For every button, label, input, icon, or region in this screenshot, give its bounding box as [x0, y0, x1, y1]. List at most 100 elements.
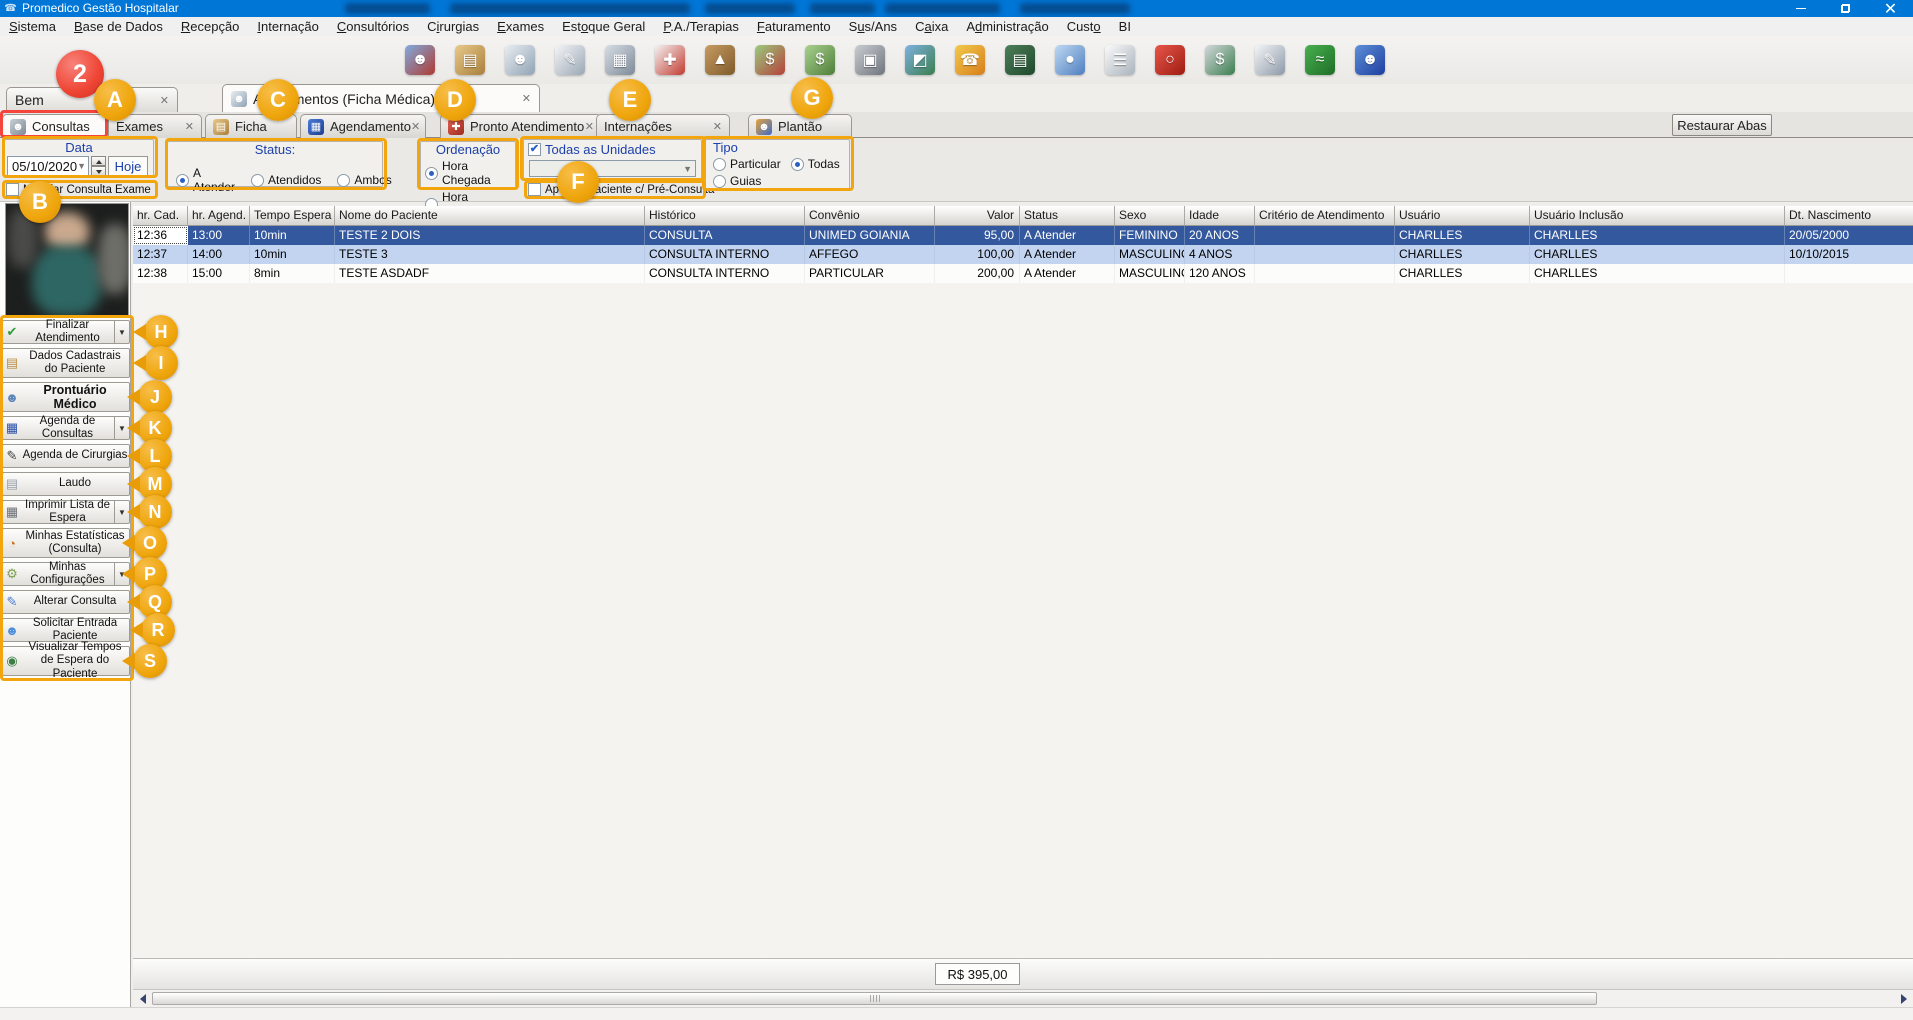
doctor-icon[interactable]: ☻: [505, 45, 535, 75]
money-up-icon[interactable]: $: [755, 45, 785, 75]
menu-item-faturamento[interactable]: Faturamento: [748, 17, 840, 36]
dropdown-arrow-icon[interactable]: ▼: [114, 417, 129, 439]
column-header-usu-rio[interactable]: Usuário: [1395, 206, 1530, 225]
minhas-configura-es-button[interactable]: ⚙Minhas Configurações▼: [2, 562, 130, 586]
column-header-dt-nascimento[interactable]: Dt. Nascimento: [1785, 206, 1913, 225]
minhas-estat-sticas-consulta-button[interactable]: ◔Minhas Estatísticas (Consulta): [2, 528, 130, 558]
menu-item-recep-o[interactable]: Recepção: [172, 17, 249, 36]
subtab-interna-es[interactable]: Internações✕: [596, 114, 730, 138]
all-units-checkbox[interactable]: ✔: [528, 143, 541, 156]
menu-item-exames[interactable]: Exames: [488, 17, 553, 36]
menu-item-sus-ans[interactable]: Sus/Ans: [840, 17, 906, 36]
power-icon[interactable]: ○: [1155, 45, 1185, 75]
type-radio[interactable]: [713, 158, 726, 171]
tab-close-icon[interactable]: ✕: [160, 94, 169, 107]
status-radio[interactable]: [176, 174, 189, 187]
tab-atendimentos-ficha-m-dica[interactable]: ☻Atendimentos (Ficha Médica)✕: [222, 84, 540, 112]
scroll-right-arrow[interactable]: [1895, 991, 1912, 1007]
sign-document-icon[interactable]: ✎: [1255, 45, 1285, 75]
scrollbar-thumb[interactable]: [152, 992, 1597, 1005]
menu-item-administra-o[interactable]: Administração: [957, 17, 1057, 36]
chat-bubble-icon[interactable]: ●: [1055, 45, 1085, 75]
status-option-atendidos[interactable]: Atendidos: [251, 166, 321, 194]
tab-bem[interactable]: Bem✕: [6, 87, 178, 112]
finalizar-atendimento-button[interactable]: ✔Finalizar Atendimento▼: [2, 320, 130, 344]
column-header-hr-cad[interactable]: hr. Cad.: [133, 206, 188, 225]
imprimir-lista-de-espera-button[interactable]: ▦Imprimir Lista de Espera▼: [2, 500, 130, 524]
subtab-agendamento[interactable]: ▦Agendamento✕: [300, 114, 426, 138]
tab-close-icon[interactable]: ✕: [522, 92, 531, 105]
status-option-ambos[interactable]: Ambos: [337, 166, 391, 194]
restore-tabs-button[interactable]: Restaurar Abas: [1672, 114, 1772, 136]
column-header-idade[interactable]: Idade: [1185, 206, 1255, 225]
phonebook-icon[interactable]: ☎: [955, 45, 985, 75]
safe-icon[interactable]: ▣: [855, 45, 885, 75]
menu-item-consult-rios[interactable]: Consultórios: [328, 17, 418, 36]
menu-item-base-de-dados[interactable]: Base de Dados: [65, 17, 172, 36]
status-option-a-atender[interactable]: A Atender: [176, 166, 235, 194]
subtab-ficha[interactable]: ▤Ficha: [205, 114, 297, 138]
type-radio[interactable]: [791, 158, 804, 171]
date-spinner[interactable]: [91, 156, 106, 176]
type-option-guias[interactable]: Guias: [713, 174, 849, 188]
restore-button[interactable]: [1823, 0, 1868, 17]
menu-item-bi[interactable]: BI: [1110, 17, 1140, 36]
subtab-close-icon[interactable]: ✕: [585, 120, 594, 133]
merge-consulta-exame-checkbox[interactable]: [6, 183, 19, 196]
dropdown-arrow-icon[interactable]: ▼: [114, 321, 129, 343]
dropdown-arrow-icon[interactable]: ▼: [114, 563, 129, 585]
solicitar-entrada-paciente-button[interactable]: ☻Solicitar Entrada Paciente: [2, 618, 130, 642]
column-header-hist-rico[interactable]: Histórico: [645, 206, 805, 225]
type-option-todas[interactable]: Todas: [791, 157, 840, 171]
subtab-close-icon[interactable]: ✕: [411, 120, 420, 133]
agenda-de-consultas-button[interactable]: ▦Agenda de Consultas▼: [2, 416, 130, 440]
column-header-valor[interactable]: Valor: [935, 206, 1020, 225]
column-header-sexo[interactable]: Sexo: [1115, 206, 1185, 225]
subtab-plant-o[interactable]: ☻Plantão: [748, 114, 852, 138]
units-dropdown[interactable]: ▼: [529, 160, 696, 177]
menu-item-custo[interactable]: Custo: [1058, 17, 1110, 36]
ambulance-icon[interactable]: ✚: [655, 45, 685, 75]
agenda-de-cirurgias-button[interactable]: ✎Agenda de Cirurgias: [2, 444, 130, 468]
scroll-left-arrow[interactable]: [134, 991, 151, 1007]
table-row[interactable]: 12:3815:008minTESTE ASDADFCONSULTA INTER…: [133, 264, 1913, 283]
column-header-crit-rio-de-atendimento[interactable]: Critério de Atendimento: [1255, 206, 1395, 225]
subtab-exames[interactable]: Exames✕: [108, 114, 202, 138]
ledger-book-icon[interactable]: ▤: [1005, 45, 1035, 75]
minimize-button[interactable]: [1778, 0, 1823, 17]
column-header-hr-agend[interactable]: hr. Agend.: [188, 206, 250, 225]
column-header-conv-nio[interactable]: Convênio: [805, 206, 935, 225]
subtab-close-icon[interactable]: ✕: [713, 120, 722, 133]
laudo-button[interactable]: ▤Laudo: [2, 472, 130, 496]
menu-item-caixa[interactable]: Caixa: [906, 17, 957, 36]
supplies-bag-icon[interactable]: ▲: [705, 45, 735, 75]
column-header-nome-do-paciente[interactable]: Nome do Paciente: [335, 206, 645, 225]
menu-item-cirurgias[interactable]: Cirurgias: [418, 17, 488, 36]
pre-consulta-checkbox[interactable]: [528, 183, 541, 196]
column-header-usu-rio-inclus-o[interactable]: Usuário Inclusão: [1530, 206, 1785, 225]
dropdown-arrow-icon[interactable]: ▼: [114, 501, 129, 523]
close-button[interactable]: ✕: [1868, 0, 1913, 17]
menu-item-estoque-geral[interactable]: Estoque Geral: [553, 17, 654, 36]
subtab-consultas[interactable]: ☻Consultas: [2, 114, 106, 138]
column-header-tempo-espera[interactable]: Tempo Espera: [250, 206, 335, 225]
subtab-pronto-atendimento[interactable]: ✚Pronto Atendimento✕: [440, 114, 602, 138]
table-row[interactable]: 12:3613:0010minTESTE 2 DOISCONSULTAUNIME…: [133, 226, 1913, 245]
status-radio[interactable]: [251, 174, 264, 187]
date-input[interactable]: 05/10/2020▼: [7, 156, 89, 176]
alterar-consulta-button[interactable]: ✎Alterar Consulta: [2, 590, 130, 614]
subtab-close-icon[interactable]: ✕: [185, 120, 194, 133]
today-button[interactable]: Hoje: [108, 156, 148, 176]
exam-document-icon[interactable]: ✎: [555, 45, 585, 75]
table-row[interactable]: 12:3714:0010minTESTE 3CONSULTA INTERNOAF…: [133, 245, 1913, 264]
menu-item-p-a-terapias[interactable]: P.A./Terapias: [654, 17, 748, 36]
money-stack-icon[interactable]: $: [805, 45, 835, 75]
order-option-hora-chegada[interactable]: Hora Chegada: [425, 159, 511, 187]
prontu-rio-m-dico-button[interactable]: ☻Prontuário Médico: [2, 382, 130, 412]
type-radio[interactable]: [713, 175, 726, 188]
patient-folder-icon[interactable]: ▤: [455, 45, 485, 75]
billing-calc-icon[interactable]: $: [1205, 45, 1235, 75]
add-patient-icon[interactable]: ☻: [405, 45, 435, 75]
contacts-book-icon[interactable]: ☻: [1355, 45, 1385, 75]
status-radio[interactable]: [337, 174, 350, 187]
